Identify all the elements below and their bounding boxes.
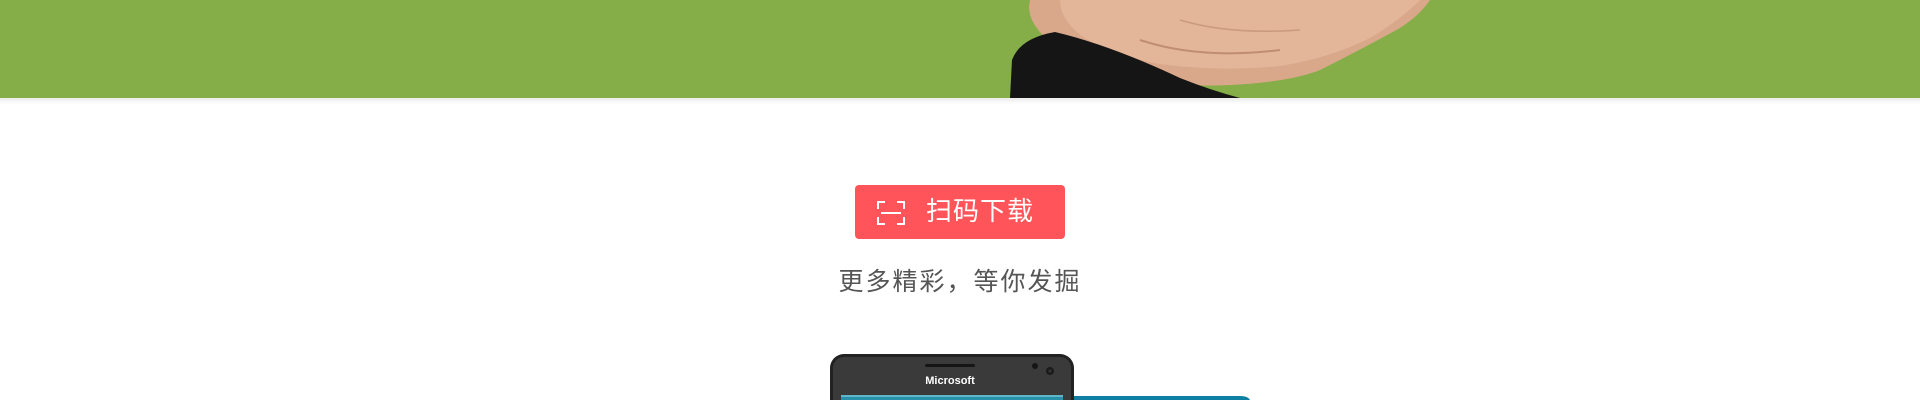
- banner-shadow: [0, 98, 1920, 104]
- scan-download-button[interactable]: 扫码下载: [855, 185, 1065, 239]
- tagline: 更多精彩，等你发掘: [838, 267, 1082, 296]
- scan-qr-icon: [877, 201, 905, 225]
- hand-holding-phone-image: [1010, 0, 1460, 98]
- phone-brand-text: Microsoft: [925, 375, 975, 387]
- phone-preview-image: Microsoft: [830, 354, 1250, 400]
- scan-download-label: 扫码下载: [926, 197, 1035, 227]
- hero-banner: [0, 0, 1920, 98]
